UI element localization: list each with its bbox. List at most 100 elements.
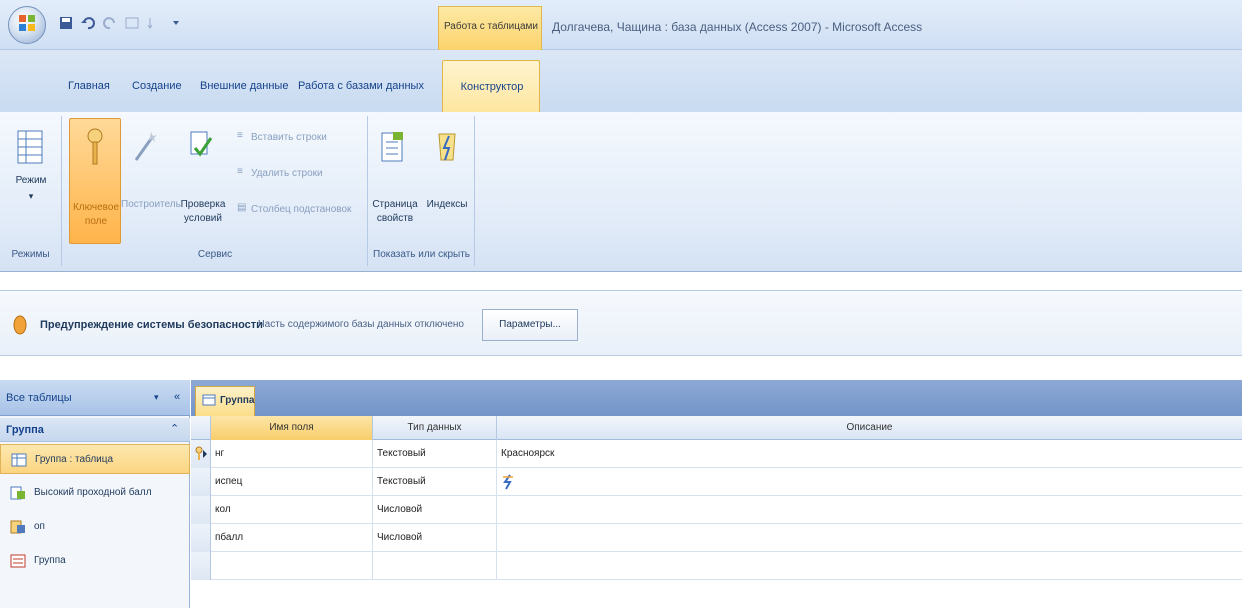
ribbon: Режим ▾ Режимы Ключевое поле Построитель… xyxy=(0,112,1242,272)
grid-header: Имя поля Тип данных Описание xyxy=(191,416,1242,440)
row-selector[interactable] xyxy=(191,468,211,496)
office-logo-icon xyxy=(19,15,35,31)
description-cell[interactable] xyxy=(497,552,1242,580)
validate-rules-label-2[interactable]: условий xyxy=(179,212,227,225)
indexes-icon xyxy=(438,133,456,161)
ribbon-group-modes-label: Режимы xyxy=(11,249,50,260)
data-type-cell[interactable]: Числовой xyxy=(373,496,497,524)
tab-home[interactable]: Главная xyxy=(68,80,110,92)
primary-key-button[interactable]: Ключевое поле xyxy=(69,118,121,244)
data-type-cell[interactable] xyxy=(373,552,497,580)
property-sheet-label-2[interactable]: свойств xyxy=(369,212,421,225)
smart-tag-icon[interactable] xyxy=(501,474,515,490)
insert-rows-icon: ≡ xyxy=(237,130,243,141)
lookup-column-icon: ▤ xyxy=(237,202,247,213)
nav-group-title: Группа xyxy=(6,424,44,436)
document-tab-label: Группа xyxy=(220,395,255,406)
nav-item-group-table[interactable]: Группа : таблица xyxy=(0,444,190,474)
field-name-cell[interactable]: пбалл xyxy=(211,524,373,552)
builder-button[interactable]: Построитель xyxy=(121,198,181,211)
sort-icon[interactable] xyxy=(146,15,162,31)
tab-database-tools[interactable]: Работа с базами данных xyxy=(298,80,424,92)
query-icon xyxy=(10,520,25,534)
nav-pane-title: Все таблицы xyxy=(6,392,72,404)
data-type-cell[interactable]: Текстовый xyxy=(373,440,497,468)
document-tab-group[interactable]: Группа xyxy=(195,386,255,416)
column-description[interactable]: Описание xyxy=(497,416,1242,440)
tab-create[interactable]: Создание xyxy=(132,80,182,92)
nav-item-group-form[interactable]: Группа xyxy=(0,546,190,576)
ribbon-group-modes: Режим ▾ Режимы xyxy=(0,116,62,266)
delete-rows-button[interactable]: Удалить строки xyxy=(251,168,323,179)
column-field-name[interactable]: Имя поля xyxy=(211,416,373,440)
nav-pane-chevron-down-icon[interactable]: ▾ xyxy=(154,392,166,404)
mode-chevron-down-icon[interactable]: ▾ xyxy=(0,190,62,203)
document-tab-strip: Группа xyxy=(191,380,1242,416)
nav-group-header[interactable]: Группа ⌃ xyxy=(0,418,190,442)
ribbon-group-service: Ключевое поле Построитель Проверка услов… xyxy=(63,116,368,266)
description-cell[interactable] xyxy=(497,468,1242,496)
nav-pane-header[interactable]: Все таблицы ▾ « xyxy=(0,380,190,416)
insert-rows-button[interactable]: Вставить строки xyxy=(251,132,327,143)
field-name-cell[interactable]: кол xyxy=(211,496,373,524)
data-type-cell[interactable]: Текстовый xyxy=(373,468,497,496)
builder-wand-icon xyxy=(134,132,157,161)
property-sheet-icon xyxy=(381,132,403,162)
nav-item-high-score-query[interactable]: Высокий проходной балл xyxy=(0,478,190,508)
row-selector[interactable] xyxy=(191,440,211,468)
security-options-button[interactable]: Параметры... xyxy=(482,309,578,341)
indexes-button[interactable]: Индексы xyxy=(421,198,473,211)
nav-group-chevron-up-icon[interactable]: ⌃ xyxy=(170,422,179,435)
table-row[interactable]: испец Текстовый xyxy=(191,468,1242,496)
nav-pane-collapse-icon[interactable]: « xyxy=(174,391,180,403)
nav-item-label: оп xyxy=(34,521,45,532)
tab-design[interactable]: Конструктор xyxy=(442,60,540,112)
view-icon[interactable] xyxy=(124,15,140,31)
context-tab-group-label: Работа с таблицами xyxy=(443,21,539,32)
table-design-grid: Имя поля Тип данных Описание нг Текстовы… xyxy=(191,416,1242,608)
row-selector[interactable] xyxy=(191,524,211,552)
customize-chevron-down-icon[interactable] xyxy=(168,15,184,31)
ribbon-group-show-hide: Страница свойств Индексы Показать или ск… xyxy=(369,116,475,266)
table-row[interactable]: нг Текстовый Красноярск xyxy=(191,440,1242,468)
field-name-cell[interactable]: испец xyxy=(211,468,373,496)
table-row[interactable]: кол Числовой xyxy=(191,496,1242,524)
form-icon xyxy=(10,554,26,568)
security-warning-bar: Предупреждение системы безопасности Част… xyxy=(0,290,1242,356)
delete-rows-icon: ≡ xyxy=(237,166,243,177)
undo-icon[interactable] xyxy=(80,15,96,31)
description-cell[interactable]: Красноярск xyxy=(497,440,1242,468)
property-sheet-label-1[interactable]: Страница xyxy=(369,198,421,211)
view-mode-icon[interactable] xyxy=(17,130,43,164)
validate-rules-icon xyxy=(190,131,213,157)
description-cell[interactable] xyxy=(497,524,1242,552)
ribbon-group-show-hide-label: Показать или скрыть xyxy=(373,249,470,260)
table-icon xyxy=(11,453,27,467)
window-title: Долгачева, Чащина : база данных (Access … xyxy=(552,20,923,34)
redo-icon[interactable] xyxy=(102,15,118,31)
primary-key-label-1: Ключевое xyxy=(72,202,120,213)
save-icon[interactable] xyxy=(58,15,74,31)
primary-key-icon xyxy=(195,446,207,460)
table-row[interactable] xyxy=(191,552,1242,580)
primary-key-label-2: поле xyxy=(84,216,108,227)
tab-external-data[interactable]: Внешние данные xyxy=(200,80,288,92)
description-cell[interactable] xyxy=(497,496,1242,524)
tab-design-label: Конструктор xyxy=(460,81,524,93)
nav-item-op-query[interactable]: оп xyxy=(0,512,190,542)
validate-rules-label-1[interactable]: Проверка xyxy=(179,198,227,211)
key-icon xyxy=(87,128,103,165)
field-name-cell[interactable] xyxy=(211,552,373,580)
quick-access-toolbar xyxy=(58,10,184,36)
shield-warning-icon xyxy=(13,315,27,335)
row-selector[interactable] xyxy=(191,496,211,524)
table-row[interactable]: пбалл Числовой xyxy=(191,524,1242,552)
title-bar: Работа с таблицами Долгачева, Чащина : б… xyxy=(0,0,1242,50)
field-name-cell[interactable]: нг xyxy=(211,440,373,468)
data-type-cell[interactable]: Числовой xyxy=(373,524,497,552)
row-selector-header xyxy=(191,416,211,440)
row-selector[interactable] xyxy=(191,552,211,580)
lookup-column-button[interactable]: Столбец подстановок xyxy=(251,204,351,215)
column-data-type[interactable]: Тип данных xyxy=(373,416,497,440)
mode-button-label[interactable]: Режим xyxy=(0,174,62,187)
